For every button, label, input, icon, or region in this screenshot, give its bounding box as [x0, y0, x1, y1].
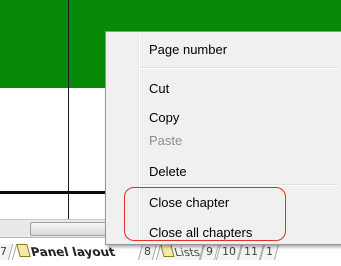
tab-label: 9	[206, 245, 213, 258]
menu-item-paste[interactable]: Paste	[149, 130, 334, 152]
tab-label: Panel layout	[29, 245, 117, 259]
tab-label: 7	[0, 245, 8, 258]
tab-7[interactable]: 7	[0, 244, 14, 260]
menu-separator	[140, 184, 338, 186]
menu-separator	[140, 67, 338, 69]
tab-label: 1	[266, 245, 273, 258]
menu-item-delete[interactable]: Delete	[149, 161, 334, 183]
menu-item-cut[interactable]: Cut	[149, 78, 334, 100]
document-window: 7 Panel layout 8 Lists 9 10 11 1 Page nu…	[0, 0, 341, 266]
menu-item-page-number[interactable]: Page number	[149, 39, 334, 61]
tab-lists[interactable]: Lists	[155, 244, 205, 260]
highlight-annotation	[124, 187, 286, 241]
tab-label: 10	[222, 245, 236, 258]
tab-8[interactable]: 8	[137, 244, 158, 260]
tab-panel-layout[interactable]: Panel layout	[11, 244, 149, 260]
tab-label: Lists	[172, 246, 202, 259]
menu-item-copy[interactable]: Copy	[149, 107, 334, 129]
vertical-guide-line	[68, 0, 69, 238]
tab-label: 8	[144, 245, 151, 258]
tab-label: 11	[244, 245, 258, 258]
tab-1x[interactable]: 1	[259, 244, 280, 260]
